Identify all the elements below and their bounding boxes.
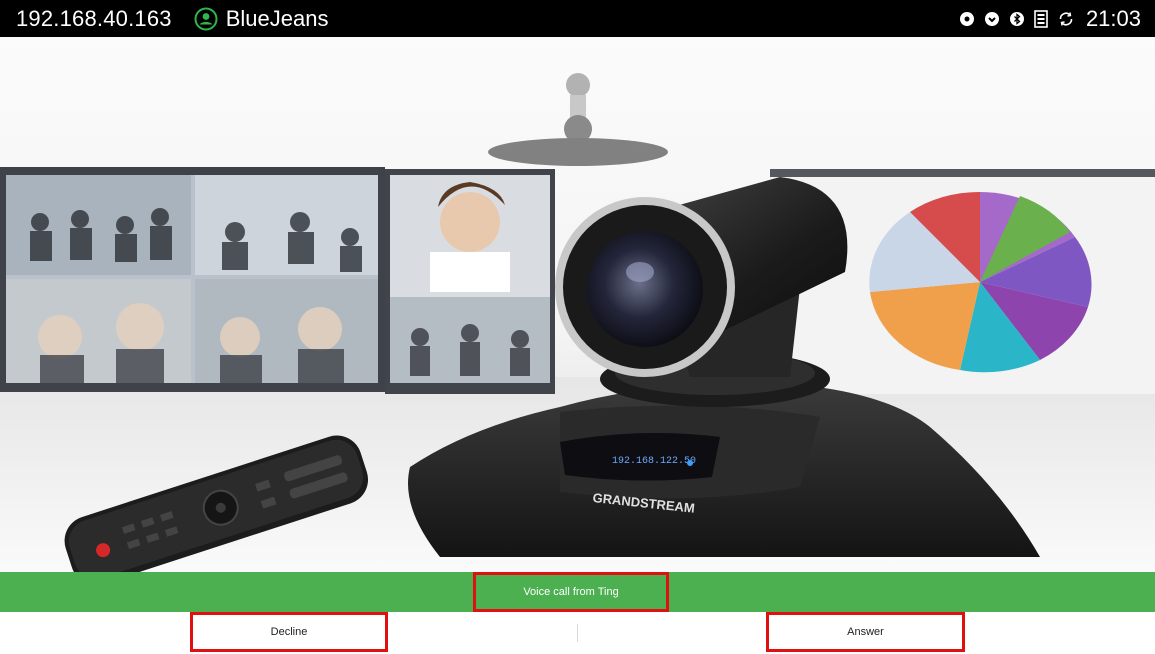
answer-button[interactable]: Answer bbox=[766, 612, 965, 652]
sync-icon bbox=[1057, 10, 1075, 28]
device-display-ip: 192.168.122.50 bbox=[612, 456, 696, 467]
account-name[interactable]: BlueJeans bbox=[226, 6, 329, 32]
status-icons: 21:03 bbox=[959, 6, 1141, 32]
left-display bbox=[0, 167, 385, 392]
clock: 21:03 bbox=[1085, 5, 1141, 31]
middle-display bbox=[385, 169, 555, 394]
ip-address: 192.168.40.163 bbox=[16, 5, 172, 31]
status-bar: 192.168.40.163 BlueJeans 21:03 bbox=[0, 0, 1155, 37]
bluetooth-icon bbox=[1009, 11, 1025, 27]
action-divider bbox=[577, 624, 578, 642]
account-icon[interactable] bbox=[194, 7, 218, 31]
chat-icon bbox=[984, 11, 1000, 27]
notification-icon bbox=[959, 11, 975, 27]
background-camera bbox=[488, 73, 668, 166]
decline-button[interactable]: Decline bbox=[190, 612, 388, 652]
sim-card-icon bbox=[1034, 9, 1048, 28]
incoming-call-message: Voice call from Ting bbox=[473, 572, 669, 612]
wallpaper: 192.168.122.50 GRANDSTREAM bbox=[0, 37, 1155, 572]
